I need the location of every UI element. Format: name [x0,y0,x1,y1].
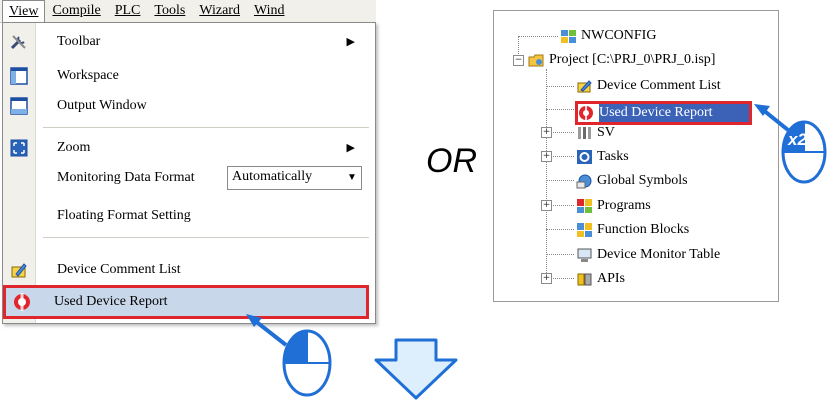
menu-view[interactable]: View [2,0,46,22]
global-symbols-icon [576,174,592,189]
down-arrow-icon [374,338,458,400]
collapse-toggle-icon[interactable]: − [513,55,524,66]
toolbar-tools-icon [10,35,26,50]
output-window-icon [10,97,28,115]
menu-item-device-comment-list[interactable]: Device Comment List [3,255,375,285]
menu-item-label: Toolbar [57,34,101,49]
tree-item-label: Function Blocks [597,222,690,237]
tree-item-project[interactable]: Project [C:\PRJ_0\PRJ_0.isp] [528,50,715,70]
tree-connector [546,254,574,255]
menu-item-floating-format-setting[interactable]: Floating Format Setting [3,201,375,231]
or-label: OR [426,142,477,180]
tree-item-device-monitor-table[interactable]: Device Monitor Table [576,245,720,265]
tasks-gear-icon [577,150,592,164]
project-tree: − + + + + NWCONFIG Project [C:\PRJ_0\PRJ… [493,10,779,302]
device-comment-icon [11,263,27,278]
double-click-badge: x2 [788,130,807,149]
tree-item-programs[interactable]: Programs [576,196,651,216]
menu-item-zoom[interactable]: Zoom ▶ [3,133,375,163]
menu-compile[interactable]: Compile [45,0,107,22]
menu-item-label: Workspace [57,68,119,83]
tree-connector [546,109,574,110]
tree-item-sv[interactable]: SV [576,123,615,143]
tree-connector [518,36,558,37]
menu-separator [43,237,369,238]
expand-toggle-icon[interactable]: + [541,200,552,211]
menu-item-label: Used Device Report [54,294,168,309]
tree-item-label: APIs [597,271,626,286]
device-comment-icon [577,80,592,93]
menu-item-output-window[interactable]: Output Window [3,91,375,121]
tree-connector [546,69,547,283]
tree-item-label: Programs [597,198,651,213]
tree-item-label: Tasks [597,149,629,164]
apis-icon [577,273,592,286]
menu-plc[interactable]: PLC [108,0,148,22]
tree-item-apis[interactable]: APIs [576,269,625,289]
programs-icon [577,199,592,213]
monitoring-format-select[interactable]: Automatically ▼ [227,166,362,190]
tree-connector [546,180,574,181]
menu-item-workspace[interactable]: Workspace [3,61,375,91]
tree-highlight-box [575,101,752,125]
mouse-click-indicator [246,314,332,397]
tree-item-nwconfig[interactable]: NWCONFIG [560,26,656,46]
tree-item-function-blocks[interactable]: Function Blocks [576,220,689,240]
menu-item-label: Device Comment List [57,262,181,277]
tree-connector [546,229,574,230]
tree-item-label: Device Comment List [597,78,721,93]
select-value: Automatically [232,169,313,184]
menu-wizard[interactable]: Wizard [192,0,247,22]
tree-item-label: NWCONFIG [581,28,657,43]
menu-bar: View Compile PLC Tools Wizard Wind [0,0,376,23]
monitor-icon [577,248,592,262]
tree-connector [546,86,574,87]
tree-item-global-symbols[interactable]: Global Symbols [576,171,688,191]
menu-item-label: Output Window [57,98,147,113]
tree-item-label: Device Monitor Table [597,247,721,262]
menu-item-toolbar[interactable]: Toolbar ▶ [3,27,375,57]
project-icon [528,54,544,67]
workspace-window-icon [10,67,28,85]
expand-toggle-icon[interactable]: + [541,127,552,138]
tree-item-tasks[interactable]: Tasks [576,147,629,167]
expand-toggle-icon[interactable]: + [541,151,552,162]
tree-item-label: Global Symbols [597,173,688,188]
expand-toggle-icon[interactable]: + [541,273,552,284]
menu-tools[interactable]: Tools [147,0,192,22]
network-config-icon [561,30,576,43]
menu-separator [43,127,369,128]
submenu-arrow-icon: ▶ [346,142,355,154]
tree-item-label: SV [597,125,615,140]
menu-item-label: Zoom [57,140,91,155]
chevron-down-icon[interactable]: ▼ [343,167,361,189]
menu-window[interactable]: Wind [247,0,292,22]
menu-item-label: Floating Format Setting [57,208,191,223]
function-blocks-icon [577,223,592,237]
used-device-report-icon [14,293,30,311]
submenu-arrow-icon: ▶ [346,36,355,48]
tree-item-device-comment-list[interactable]: Device Comment List [576,76,721,96]
tree-item-label: Project [C:\PRJ_0\PRJ_0.isp] [549,52,716,67]
menu-item-label: Monitoring Data Format [57,170,195,185]
sv-icon [578,127,591,139]
zoom-icon [10,139,28,157]
